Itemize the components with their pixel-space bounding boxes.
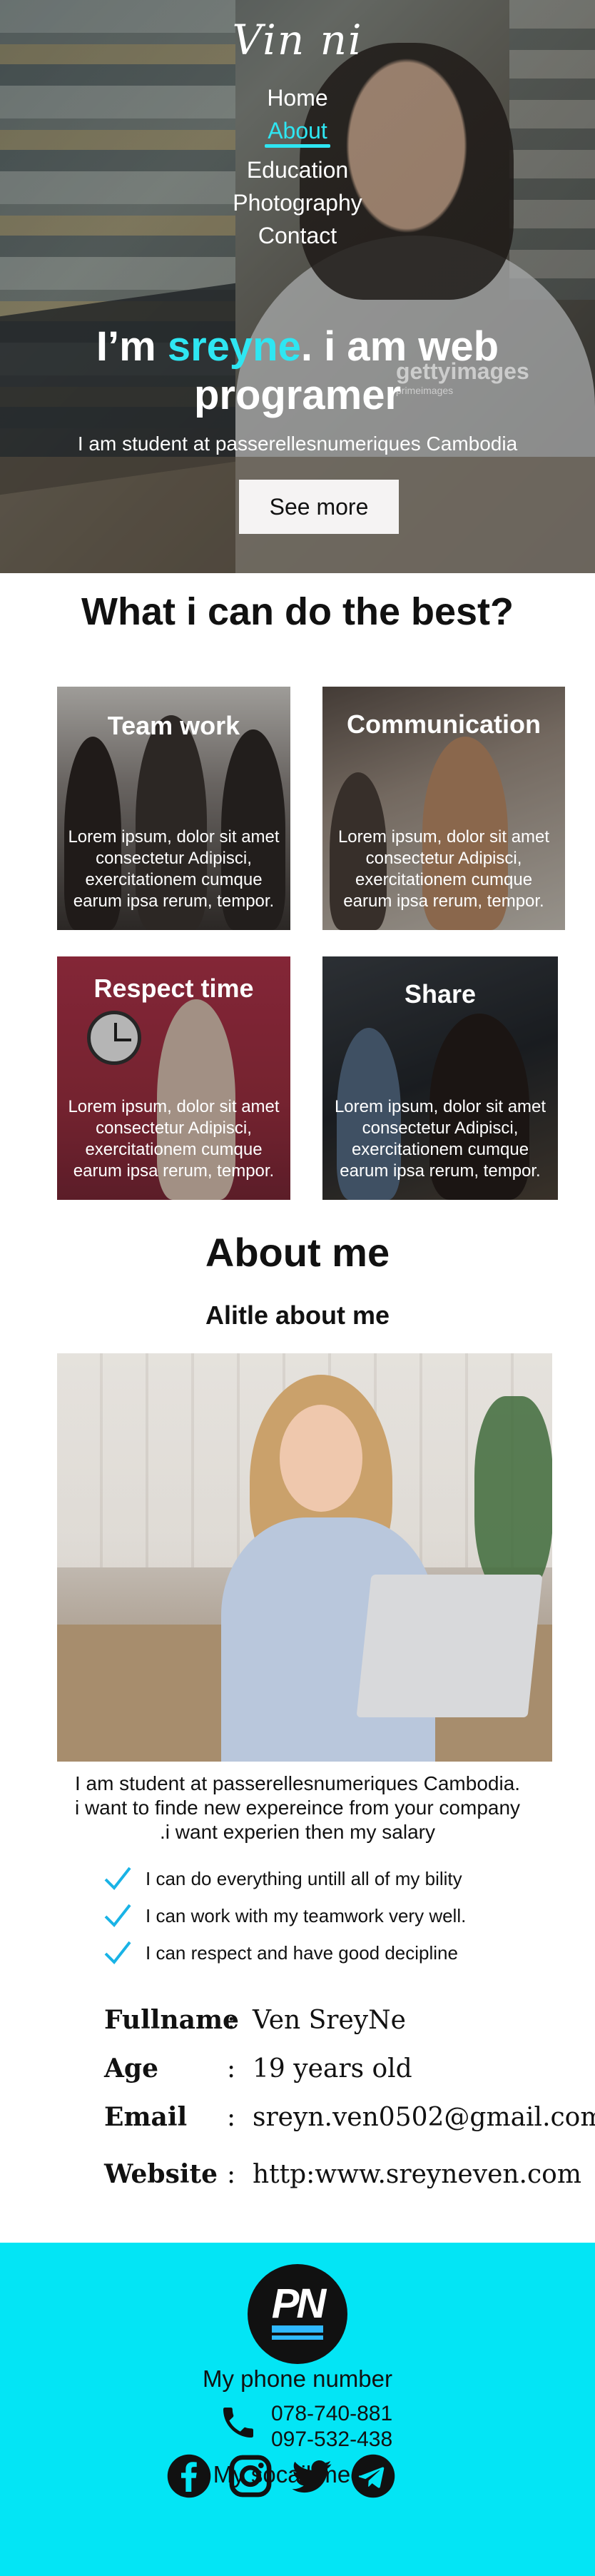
personal-info: Fullname : Ven SreyNe Age : 19 years old… — [104, 1996, 595, 2198]
skill-card-communication[interactable]: Communication Lorem ipsum, dolor sit ame… — [322, 687, 565, 930]
about-heading: About me — [205, 1230, 390, 1275]
card-title: Team work — [107, 711, 240, 740]
watermark-sub: primeimages — [396, 385, 454, 396]
info-key: Website — [104, 2159, 218, 2189]
telegram-icon[interactable] — [350, 2453, 397, 2500]
photo-laptop — [356, 1575, 543, 1717]
photo-person-face — [280, 1405, 362, 1512]
skill-card-teamwork[interactable]: Team work Lorem ipsum, dolor sit amet co… — [57, 687, 290, 930]
info-row-email: Email : sreyn.ven0502@gmail.com — [104, 2093, 595, 2141]
facebook-icon[interactable] — [166, 2453, 213, 2500]
info-row-website: Website : http:www.sreyneven.com — [104, 2150, 595, 2198]
logo-stripe — [272, 2325, 323, 2333]
ability-item: I can do everything untill all of my bil… — [103, 1860, 466, 1897]
info-colon: : — [227, 2005, 236, 2035]
card-text: Lorem ipsum, dolor sit amet consectetur … — [68, 827, 280, 911]
hero-title-prefix: I’m — [96, 323, 168, 370]
nav-about[interactable]: About — [0, 114, 595, 147]
skills-heading: What i can do the best? — [81, 590, 514, 633]
watermark-text: gettyimages — [396, 358, 529, 384]
phone-number[interactable]: 097-532-438 — [271, 2427, 392, 2453]
stock-watermark: gettyimages primeimages — [396, 358, 529, 396]
info-colon: : — [227, 2159, 236, 2189]
phone-number[interactable]: 078-740-881 — [271, 2401, 392, 2427]
card-title: Share — [404, 979, 477, 1009]
ability-item: I can respect and have good decipline — [103, 1934, 466, 1971]
checkmark-icon — [104, 1867, 131, 1891]
info-row-age: Age : 19 years old — [104, 2044, 595, 2093]
hero-section: Vin ni Home About Education Photography … — [0, 0, 595, 573]
card-title: Communication — [346, 709, 541, 739]
about-line: .i want experien then my salary — [160, 1821, 435, 1843]
hero-subtitle: I am student at passerellesnumeriques Ca… — [77, 433, 518, 455]
checkmark-icon — [104, 1904, 131, 1928]
about-line: I am student at passerellesnumeriques Ca… — [74, 1772, 521, 1794]
checkmark-icon — [104, 1941, 131, 1965]
nav-education[interactable]: Education — [0, 153, 595, 186]
info-value[interactable]: sreyn.ven0502@gmail.com — [253, 2103, 595, 2132]
ability-text: I can work with my teamwork very well. — [146, 1904, 467, 1926]
info-key: Email — [104, 2102, 188, 2132]
ability-text: I can do everything untill all of my bil… — [146, 1867, 462, 1889]
twitter-icon[interactable] — [288, 2453, 335, 2500]
info-row-fullname: Fullname : Ven SreyNe — [104, 1996, 595, 2044]
pn-logo: PN — [248, 2264, 347, 2364]
card-title: Respect time — [93, 974, 254, 1003]
info-colon: : — [227, 2102, 236, 2132]
skill-card-respect-time[interactable]: Respect time Lorem ipsum, dolor sit amet… — [57, 956, 290, 1200]
social-links — [166, 2453, 397, 2500]
logo-stripe — [272, 2335, 323, 2340]
about-line: i want to finde new expereince from your… — [74, 1797, 521, 1819]
main-nav: Home About Education Photography Contact — [0, 81, 595, 252]
logo-text: PN — [271, 2280, 327, 2327]
hero-title-name: sreyne — [167, 323, 301, 370]
photo-plant — [474, 1396, 552, 1596]
instagram-icon[interactable] — [227, 2453, 274, 2500]
card-text: Lorem ipsum, dolor sit amet consectetur … — [337, 827, 550, 911]
skill-card-share[interactable]: Share Lorem ipsum, dolor sit amet consec… — [322, 956, 558, 1200]
phone-numbers: 078-740-881 097-532-438 — [271, 2401, 392, 2453]
about-photo — [57, 1353, 552, 1762]
ability-item: I can work with my teamwork very well. — [103, 1897, 466, 1934]
nav-home[interactable]: Home — [0, 81, 595, 114]
info-colon: : — [227, 2054, 236, 2083]
nav-contact[interactable]: Contact — [0, 219, 595, 252]
info-value: 19 years old — [253, 2054, 412, 2083]
phone-icon — [223, 2408, 253, 2438]
brand-logo[interactable]: Vin ni — [0, 16, 595, 64]
info-key: Age — [104, 2054, 159, 2083]
ability-text: I can respect and have good decipline — [146, 1941, 458, 1964]
about-subheading: Alitle about me — [205, 1300, 390, 1330]
see-more-button[interactable]: See more — [239, 480, 399, 534]
about-description: I am student at passerellesnumeriques Ca… — [0, 1772, 595, 1844]
ability-list: I can do everything untill all of my bil… — [103, 1860, 466, 1971]
card-text: Lorem ipsum, dolor sit amet consectetur … — [68, 1097, 280, 1181]
phone-label: My phone number — [203, 2365, 392, 2392]
card-text: Lorem ipsum, dolor sit amet consectetur … — [334, 1097, 546, 1181]
info-value[interactable]: http:www.sreyneven.com — [253, 2160, 581, 2189]
info-key: Fullname — [104, 2005, 239, 2035]
nav-photography[interactable]: Photography — [0, 186, 595, 219]
info-value: Ven SreyNe — [253, 2005, 406, 2035]
